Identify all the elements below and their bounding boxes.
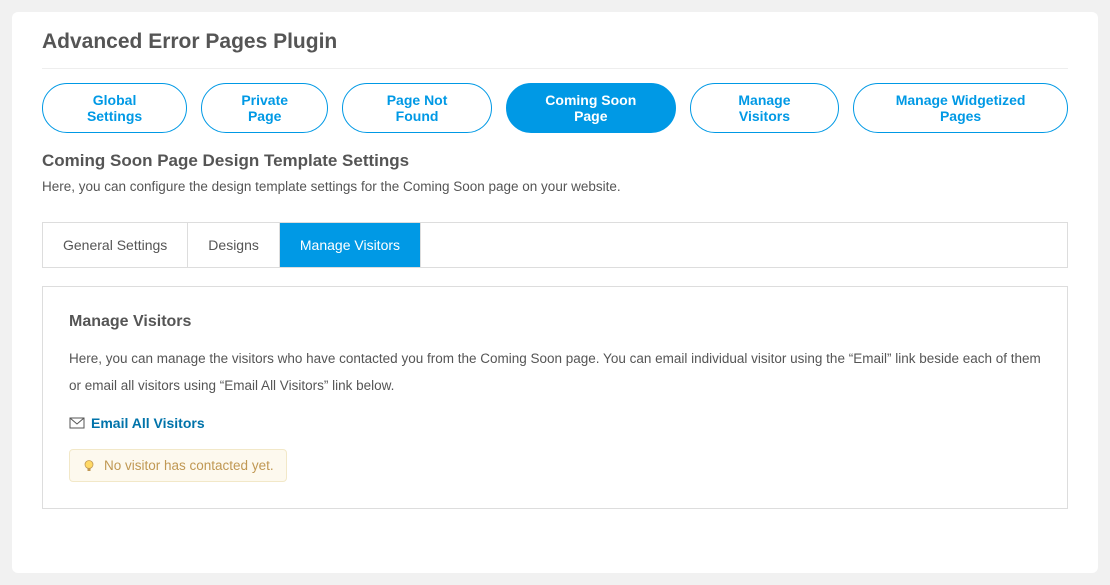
pill-coming-soon-page[interactable]: Coming Soon Page — [506, 83, 676, 133]
content-title: Manage Visitors — [69, 313, 1041, 331]
tab-designs[interactable]: Designs — [188, 223, 280, 267]
email-all-visitors-link[interactable]: Email All Visitors — [91, 415, 205, 431]
mail-icon — [69, 416, 85, 430]
pill-manage-widgetized-pages[interactable]: Manage Widgetized Pages — [853, 83, 1068, 133]
tabs-bar: General SettingsDesignsManage Visitors — [42, 222, 1068, 268]
pill-nav: Global Settings Private Page Page Not Foun… — [42, 83, 1068, 133]
section-desc: Here, you can configure the design templ… — [42, 179, 1068, 194]
email-all-row: Email All Visitors — [69, 415, 1041, 431]
notice-text: No visitor has contacted yet. — [104, 458, 274, 473]
pill-manage-visitors[interactable]: Manage Visitors — [690, 83, 839, 133]
tab-general-settings[interactable]: General Settings — [43, 223, 188, 267]
bulb-icon — [82, 459, 96, 473]
content-desc: Here, you can manage the visitors who ha… — [69, 345, 1041, 399]
notice-box: No visitor has contacted yet. — [69, 449, 287, 482]
main-card: Advanced Error Pages Plugin Global Setti… — [12, 12, 1098, 573]
pill-global-settings[interactable]: Global Settings — [42, 83, 187, 133]
content-box: Manage Visitors Here, you can manage the… — [42, 286, 1068, 509]
pill-page-not-found[interactable]: Page Not Found — [342, 83, 492, 133]
page-title: Advanced Error Pages Plugin — [42, 30, 1068, 69]
tab-manage-visitors[interactable]: Manage Visitors — [280, 223, 421, 267]
section-title: Coming Soon Page Design Template Setting… — [42, 151, 1068, 171]
pill-private-page[interactable]: Private Page — [201, 83, 328, 133]
